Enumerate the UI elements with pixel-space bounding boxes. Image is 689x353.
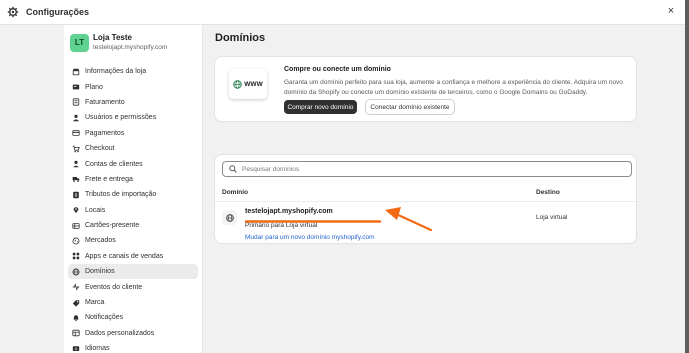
person-icon [72,160,80,168]
markets-icon [72,237,80,245]
sidebar-item-language[interactable]: A Idiomas [68,341,198,353]
data-icon [72,329,80,337]
sidebar-item-label: Dados personalizados [85,329,155,337]
search-input[interactable]: Pesquisar domínios [222,161,632,177]
gift-card-icon [72,222,80,230]
sidebar-item-label: Informações da loja [85,68,147,76]
promo-description: Garanta um domínio perfeito para sua loj… [284,79,623,96]
title-bar: Configurações × [0,0,685,25]
sidebar-item-label: Notificações [85,314,124,322]
sidebar-item-label: Idiomas [85,345,110,353]
globe-icon [72,268,80,276]
connect-domain-button[interactable]: Conectar domínio existente [366,100,454,114]
sidebar-item-label: Locais [85,206,106,214]
search-icon [229,165,237,173]
window-title: Configurações [26,7,90,17]
sidebar-item-label: Apps e canais de vendas [85,252,164,260]
sidebar-item-gift-card[interactable]: Cartões-presente [68,218,198,233]
close-icon[interactable]: × [665,5,677,17]
truck-icon [72,175,80,183]
events-icon [72,283,80,291]
sidebar-item-label: Cartões-presente [85,222,140,230]
page-title: Domínios [215,32,266,44]
sidebar-item-markets[interactable]: Mercados [68,233,198,248]
backdrop-edge [685,0,689,353]
sidebar-item-events[interactable]: Eventos do cliente [68,279,198,294]
plan-icon [72,83,80,91]
sidebar-item-brand[interactable]: Marca [68,295,198,310]
duties-icon: $ [72,191,80,199]
cart-icon [72,145,80,153]
sidebar-item-duties[interactable]: $ Tributos de importação [68,187,198,202]
table-row[interactable]: testelojapt.myshopify.com Primário para … [215,202,636,242]
store-name: Loja Teste [93,33,132,42]
settings-window: Configurações × LT Loja Teste testelojap… [0,0,689,353]
gear-icon [7,6,19,18]
sidebar-item-users[interactable]: Usuários e permissões [68,110,198,125]
sidebar-item-label: Usuários e permissões [85,114,157,122]
sidebar-item-globe[interactable]: Domínios [68,264,198,280]
sidebar-item-plan[interactable]: Plano [68,79,198,94]
sidebar-item-bell[interactable]: Notificações [68,310,198,325]
promo-title: Compre ou conecte um domínio [284,66,391,73]
sidebar-item-label: Faturamento [85,98,125,106]
sidebar-item-data[interactable]: Dados personalizados [68,326,198,341]
sidebar-item-label: Marca [85,299,105,307]
sidebar-item-label: Domínios [85,268,115,276]
settings-nav: Informações da loja Plano Faturamento Usuár… [68,64,198,353]
column-domain: Domínio [222,189,248,196]
bell-icon [72,314,80,322]
domain-name: testelojapt.myshopify.com [245,208,333,215]
sidebar-item-billing[interactable]: Faturamento [68,95,198,110]
globe-icon [222,210,237,225]
apps-icon [72,252,80,260]
billing-icon [72,98,80,107]
sidebar-item-apps[interactable]: Apps e canais de vendas [68,249,198,264]
sidebar-item-label: Mercados [85,237,116,245]
search-placeholder: Pesquisar domínios [242,165,300,173]
sidebar-item-label: Eventos do cliente [85,283,143,291]
store-header[interactable]: LT Loja Teste testelojapt.myshopify.com [70,33,167,52]
domains-card: Pesquisar domínios Domínio Destino teste… [215,155,636,243]
sidebar-item-label: Plano [85,83,103,91]
change-domain-link[interactable]: Mudar para um novo domínio myshopify.com [245,234,375,241]
sidebar-item-label: Pagamentos [85,129,125,137]
sidebar-item-truck[interactable]: Frete e entrega [68,172,198,187]
domain-illustration: WWW [229,69,267,99]
sidebar-item-cart[interactable]: Checkout [68,141,198,156]
store-icon [72,68,80,76]
brand-icon [72,299,80,307]
domain-subtitle: Primário para Loja virtual [245,222,318,229]
avatar: LT [70,33,89,52]
sidebar-item-label: Contas de clientes [85,160,143,168]
sidebar-item-label: Tributos de importação [85,191,157,199]
sidebar-item-store[interactable]: Informações da loja [68,64,198,79]
sidebar-item-payments[interactable]: Pagamentos [68,126,198,141]
payments-icon [72,129,80,137]
location-icon [72,206,80,214]
users-icon [72,114,80,122]
globe-icon [233,79,243,89]
sidebar-item-label: Frete e entrega [85,175,133,183]
buy-domain-button[interactable]: Comprar novo domínio [284,100,357,114]
domains-table-header: Domínio Destino [215,185,636,202]
language-icon: A [72,345,80,353]
store-url: testelojapt.myshopify.com [93,44,168,51]
sidebar-item-location[interactable]: Locais [68,203,198,218]
column-destination: Destino [536,189,560,196]
domain-destination: Loja virtual [536,214,568,221]
settings-sidebar: LT Loja Teste testelojapt.myshopify.com … [64,25,203,353]
www-label: WWW [244,80,263,88]
sidebar-item-person[interactable]: Contas de clientes [68,156,198,171]
sidebar-item-label: Checkout [85,145,115,153]
